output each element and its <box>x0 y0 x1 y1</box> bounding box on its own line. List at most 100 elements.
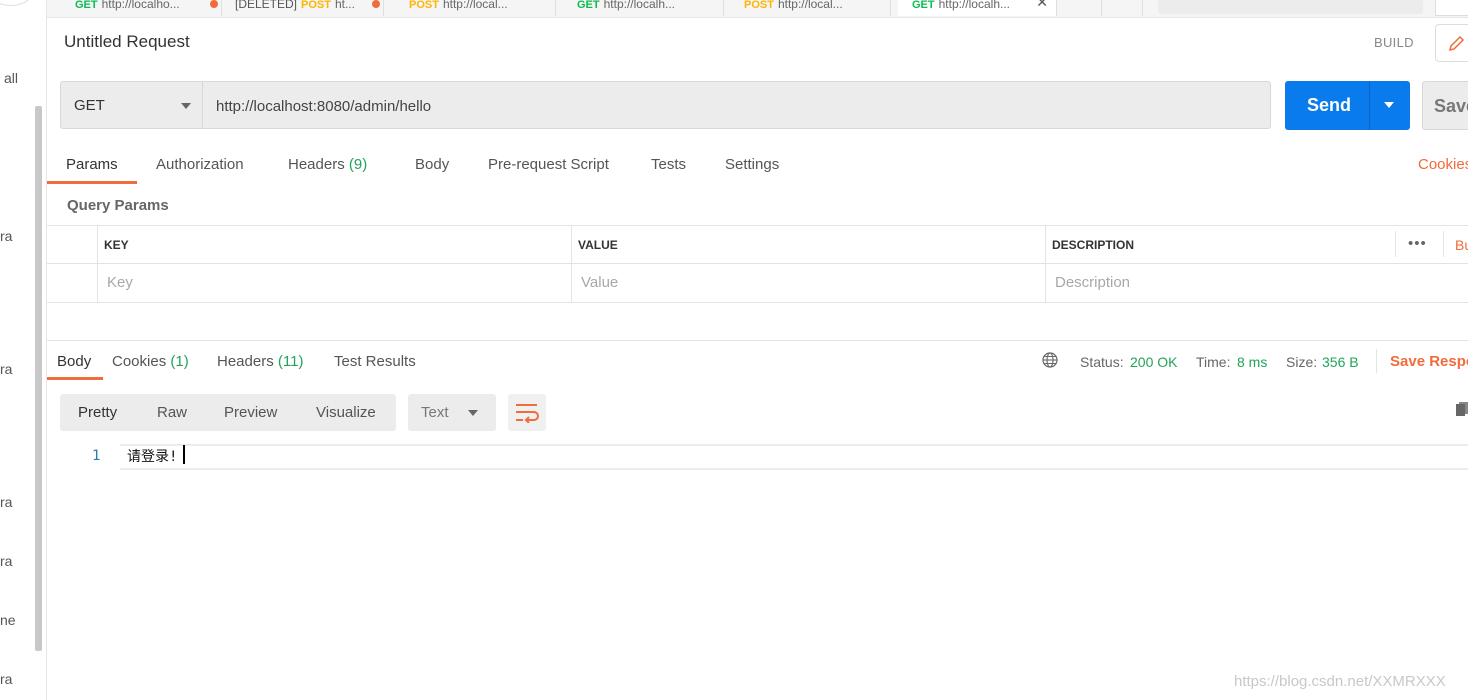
tab-method: POST <box>744 0 774 11</box>
view-visualize[interactable]: Visualize <box>316 404 376 421</box>
column-divider <box>1395 231 1396 257</box>
time-label: Time: <box>1196 354 1231 370</box>
active-tab-indicator <box>47 181 137 184</box>
response-tab-body[interactable]: Body <box>57 353 91 370</box>
column-divider <box>97 225 98 303</box>
new-tab-button[interactable] <box>1064 0 1102 16</box>
request-tab[interactable]: POST http://local... <box>730 0 891 16</box>
view-all-link[interactable]: all <box>4 70 18 86</box>
sidebar-top-control[interactable] <box>0 0 32 6</box>
tab-prerequest-script[interactable]: Pre-request Script <box>488 156 609 173</box>
query-params-table: KEY VALUE DESCRIPTION ••• Bu Key Value D… <box>47 225 1468 303</box>
headers-count: (9) <box>348 156 368 173</box>
save-label: Save <box>1434 96 1468 116</box>
tab-label: ht... <box>334 0 355 11</box>
size-value[interactable]: 356 B <box>1322 354 1359 370</box>
sidebar-item[interactable]: ra <box>0 671 12 687</box>
chevron-down-icon[interactable] <box>1384 102 1394 108</box>
edit-button[interactable] <box>1435 24 1468 62</box>
tab-authorization[interactable]: Authorization <box>156 156 244 173</box>
wrap-lines-button[interactable] <box>508 394 546 431</box>
environment-quick-look-button[interactable] <box>1435 0 1468 16</box>
unsaved-dot-icon <box>372 0 380 8</box>
sidebar-scrollbar[interactable] <box>35 106 42 651</box>
table-border <box>47 263 1468 264</box>
column-divider <box>571 225 572 303</box>
time-value[interactable]: 8 ms <box>1237 354 1267 370</box>
globe-icon[interactable] <box>1042 352 1058 368</box>
active-response-tab-indicator <box>47 377 103 380</box>
table-border <box>47 225 1468 226</box>
copy-icon[interactable] <box>1456 401 1468 417</box>
pencil-icon <box>1448 35 1465 52</box>
line-number: 1 <box>92 448 101 464</box>
status-divider <box>1376 349 1377 373</box>
tab-method: GET <box>912 0 935 11</box>
response-tab-cookies[interactable]: Cookies (1) <box>112 353 189 370</box>
response-tab-headers[interactable]: Headers (11) <box>217 353 303 370</box>
tab-label: http://localh... <box>938 0 1010 11</box>
send-divider <box>1369 81 1370 130</box>
response-tab-cookies-label: Cookies <box>112 353 167 370</box>
description-input[interactable]: Description <box>1055 274 1130 291</box>
status-value[interactable]: 200 OK <box>1130 354 1177 370</box>
column-divider <box>1045 225 1046 303</box>
tab-method: POST <box>409 0 439 11</box>
tab-label: http://localho... <box>101 0 180 11</box>
column-header-description: DESCRIPTION <box>1052 238 1135 252</box>
sidebar-item[interactable]: ra <box>0 494 12 510</box>
response-tab-test-results[interactable]: Test Results <box>334 353 416 370</box>
send-label: Send <box>1307 95 1352 115</box>
view-raw[interactable]: Raw <box>157 404 187 421</box>
cookies-link[interactable]: Cookies <box>1418 156 1468 173</box>
view-preview[interactable]: Preview <box>224 404 277 421</box>
environment-selector[interactable] <box>1158 0 1423 14</box>
request-tab[interactable]: [DELETED] POST ht... <box>221 0 384 16</box>
format-select[interactable]: Text <box>408 394 496 431</box>
tab-headers[interactable]: Headers (9) <box>288 156 367 173</box>
watermark: https://blog.csdn.net/XXMRXXX <box>1234 673 1446 690</box>
more-options-icon[interactable]: ••• <box>1408 235 1427 252</box>
url-value: http://localhost:8080/admin/hello <box>216 98 432 115</box>
method-select[interactable]: GET <box>60 81 203 129</box>
request-tab[interactable]: GET http://localho... <box>61 0 222 16</box>
request-tab[interactable]: GET http://localh... <box>563 0 724 16</box>
save-response-button[interactable]: Save Respo <box>1390 353 1468 370</box>
sidebar-item[interactable]: ra <box>0 553 12 569</box>
send-button[interactable]: Send <box>1285 81 1410 130</box>
tab-params[interactable]: Params <box>66 156 118 173</box>
request-title[interactable]: Untitled Request <box>64 32 190 52</box>
tab-label: http://localh... <box>603 0 675 11</box>
tab-headers-label: Headers <box>288 156 345 173</box>
cookies-count: (1) <box>170 353 189 370</box>
build-mode-label[interactable]: BUILD <box>1374 35 1414 50</box>
response-divider[interactable] <box>47 340 1468 341</box>
view-pretty[interactable]: Pretty <box>78 404 117 421</box>
tab-label: http://local... <box>442 0 508 11</box>
request-tab[interactable]: POST http://local... <box>395 0 556 16</box>
table-border <box>47 302 1468 303</box>
query-params-title: Query Params <box>67 197 169 214</box>
text-cursor <box>183 445 185 464</box>
key-input[interactable]: Key <box>107 274 133 291</box>
method-value: GET <box>74 97 105 114</box>
tab-tests[interactable]: Tests <box>651 156 686 173</box>
sidebar: all ra ra ra ra ne ra <box>0 0 47 700</box>
active-line-highlight <box>120 444 1468 470</box>
sidebar-item[interactable]: ra <box>0 361 12 377</box>
bulk-edit-link[interactable]: Bu <box>1455 237 1468 253</box>
tab-body[interactable]: Body <box>415 156 449 173</box>
url-input[interactable]: http://localhost:8080/admin/hello <box>203 81 1271 129</box>
value-input[interactable]: Value <box>581 274 618 291</box>
response-body-text[interactable]: 请登录! <box>127 446 177 466</box>
sidebar-item[interactable]: ra <box>0 228 12 244</box>
close-icon[interactable]: ✕ <box>1036 0 1048 11</box>
sidebar-item[interactable]: ne <box>0 612 16 628</box>
tab-method: POST <box>301 0 331 11</box>
tab-settings[interactable]: Settings <box>725 156 779 173</box>
request-tab-active[interactable]: GET http://localh... ✕ <box>898 0 1057 16</box>
response-tab-headers-label: Headers <box>217 353 274 370</box>
tab-options-button[interactable] <box>1102 0 1143 16</box>
tab-label: http://local... <box>777 0 843 11</box>
save-button[interactable]: Save <box>1422 81 1468 130</box>
